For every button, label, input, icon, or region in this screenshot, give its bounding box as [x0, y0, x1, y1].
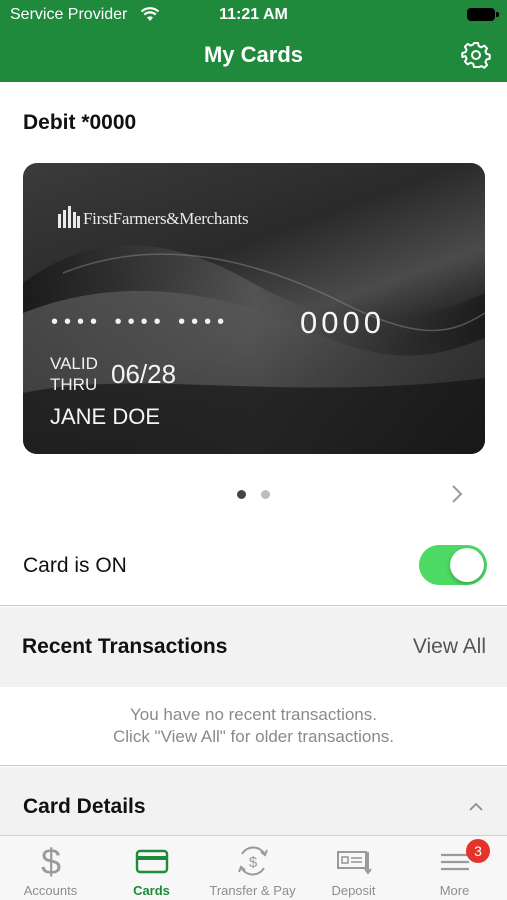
empty-message-line1: You have no recent transactions. — [130, 705, 377, 724]
tab-deposit[interactable]: Deposit — [303, 836, 404, 900]
svg-text:$: $ — [40, 842, 60, 880]
chevron-up-icon[interactable] — [468, 799, 484, 817]
tab-label: Accounts — [23, 883, 78, 898]
page-dot-active[interactable] — [237, 490, 246, 499]
tab-accounts[interactable]: $ Accounts — [0, 836, 101, 900]
card-icon — [135, 849, 168, 874]
card-holder-name: JANE DOE — [50, 404, 161, 429]
card-details-header[interactable]: Card Details — [0, 767, 507, 837]
card-status-label: Card is ON — [23, 554, 127, 577]
empty-message-line2: Click "View All" for older transactions. — [112, 727, 395, 746]
view-all-link[interactable]: View All — [413, 635, 486, 659]
card-status-row: Card is ON — [0, 536, 507, 606]
recent-transactions-header: Recent Transactions View All — [0, 607, 507, 687]
recent-transactions-title: Recent Transactions — [22, 635, 228, 658]
notification-badge: 3 — [466, 839, 490, 863]
tab-more[interactable]: More — [404, 836, 505, 900]
bank-name: FirstFarmers&Merchants — [83, 209, 249, 228]
svg-text:$: $ — [248, 854, 257, 871]
valid-thru-label: VALID THRU — [50, 353, 98, 395]
tab-label: Transfer & Pay — [209, 883, 296, 898]
page-title: My Cards — [203, 42, 304, 67]
card-details-title: Card Details — [23, 795, 146, 818]
debit-card-image[interactable]: FirstFarmers&Merchants •••• •••• •••• 00… — [23, 163, 485, 454]
card-title: Debit *0000 — [23, 111, 137, 134]
tab-cards[interactable]: Cards — [101, 836, 202, 900]
gear-icon[interactable] — [461, 40, 491, 70]
transfer-icon: $ — [237, 846, 268, 876]
tab-transfer-pay[interactable]: $ Transfer & Pay — [202, 836, 303, 900]
tab-label: Cards — [133, 883, 170, 898]
masked-card-number: •••• •••• •••• — [51, 311, 231, 333]
card-last4: 0000 — [300, 305, 385, 340]
app-header: Service Provider 11:21 AM My Cards — [0, 0, 507, 82]
empty-transactions-message: You have no recent transactions. Click "… — [0, 687, 507, 766]
battery-icon — [467, 8, 499, 21]
valid-label-line1: VALID — [50, 354, 98, 373]
tab-label: Deposit — [331, 883, 376, 898]
tab-bar: $ Accounts Cards $ Transfer & Pay Deposi… — [0, 835, 507, 900]
card-expiry: 06/28 — [111, 359, 177, 389]
card-on-toggle[interactable] — [419, 545, 487, 585]
chevron-right-icon[interactable] — [450, 484, 464, 509]
bank-building-icon — [58, 206, 80, 228]
card-pager — [0, 485, 507, 503]
valid-label-line2: THRU — [50, 375, 98, 394]
toggle-knob — [450, 548, 484, 582]
status-bar: Service Provider 11:21 AM — [0, 0, 507, 30]
deposit-icon — [336, 851, 372, 875]
clock: 11:21 AM — [219, 6, 288, 23]
tab-label: More — [439, 883, 470, 898]
bank-logo: FirstFarmers&Merchants — [57, 206, 249, 229]
dollar-icon: $ — [40, 842, 60, 880]
page-dot[interactable] — [261, 490, 270, 499]
